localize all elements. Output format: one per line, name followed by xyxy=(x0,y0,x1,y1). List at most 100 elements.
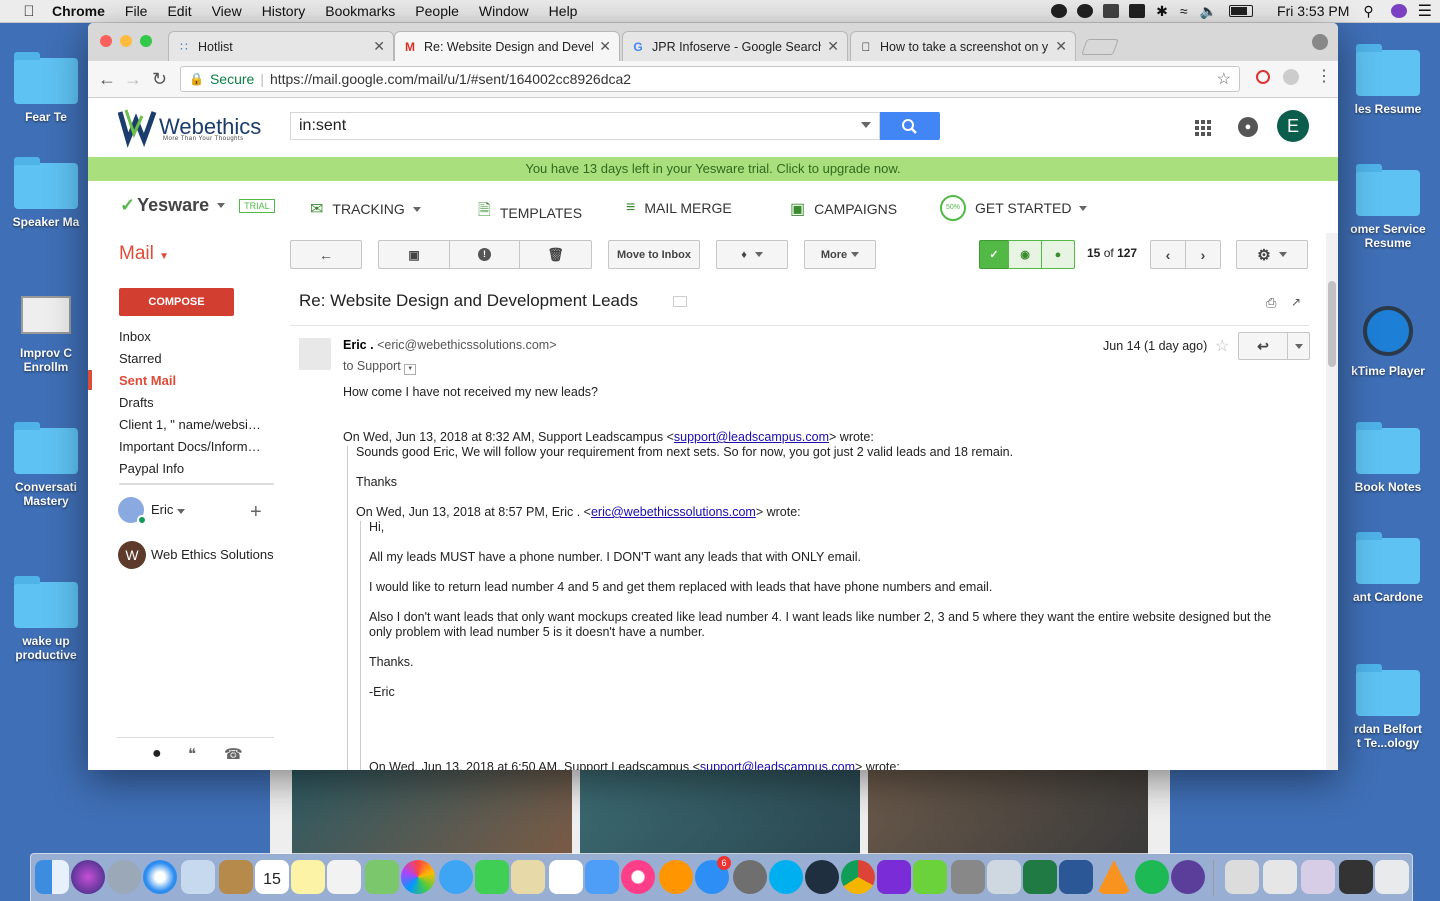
menu-file[interactable]: File xyxy=(125,3,148,19)
nav-inbox[interactable]: Inbox xyxy=(119,329,269,344)
print-icon[interactable]: ⎙ xyxy=(1266,295,1276,311)
skype-icon[interactable] xyxy=(769,860,803,894)
maps-icon[interactable] xyxy=(365,860,399,894)
contact-avatar[interactable]: W xyxy=(118,541,146,569)
labels-button[interactable]: ♦ xyxy=(716,240,788,269)
desktop-folder-wakeup[interactable]: wake up productive xyxy=(4,576,88,662)
desktop-file-improv[interactable]: Improv C Enrollm xyxy=(4,296,88,374)
yesware-trial-banner[interactable]: You have 13 days left in your Yesware tr… xyxy=(88,157,1338,181)
yesware-extension-icon[interactable] xyxy=(1283,69,1299,85)
calendar-icon[interactable]: 15 xyxy=(255,860,289,894)
bookmark-star-icon[interactable]: ☆ xyxy=(1217,69,1231,89)
menu-help[interactable]: Help xyxy=(549,3,578,19)
stack-thumbnail-icon[interactable] xyxy=(1263,860,1297,894)
track-view-button[interactable]: ◉ xyxy=(1008,240,1042,269)
menu-window[interactable]: Window xyxy=(479,3,529,19)
excel-icon[interactable] xyxy=(1023,860,1057,894)
phone-icon[interactable]: ☎ xyxy=(224,745,243,763)
compose-button[interactable]: COMPOSE xyxy=(119,288,234,316)
desktop-folder-belfort[interactable]: rdan Belfort t Te...ology xyxy=(1338,664,1438,750)
menu-bookmarks[interactable]: Bookmarks xyxy=(325,3,395,19)
newer-button[interactable]: ‹ xyxy=(1150,240,1186,269)
pages-icon[interactable] xyxy=(511,860,545,894)
desktop-folder-speaker[interactable]: Speaker Ma xyxy=(4,157,88,229)
app-store-icon[interactable]: 6 xyxy=(695,856,731,894)
quote2-email-link[interactable]: eric@webethicssolutions.com xyxy=(591,505,756,519)
forward-button[interactable]: → xyxy=(124,69,142,90)
battery-icon[interactable] xyxy=(1229,5,1254,17)
nav-label-paypal-info[interactable]: Paypal Info xyxy=(119,461,269,476)
hangouts-quote-icon[interactable]: ❝ xyxy=(188,745,196,763)
mail-merge-menu[interactable]: ≡ MAIL MERGE xyxy=(626,199,732,217)
itunes-icon[interactable] xyxy=(621,860,655,894)
apple-menu-icon[interactable]:  xyxy=(20,3,38,20)
block-extension-icon[interactable] xyxy=(1256,70,1270,84)
notifications-bell-icon[interactable]: ● xyxy=(1238,117,1258,137)
window-zoom-button[interactable] xyxy=(140,35,152,47)
word-icon[interactable] xyxy=(1059,860,1093,894)
reminders-icon[interactable] xyxy=(327,860,361,894)
more-actions-button[interactable]: More xyxy=(804,240,876,269)
stack-thumbnail-icon[interactable] xyxy=(1225,860,1259,894)
yesware-brand-menu[interactable]: ✓ Yesware TRIAL xyxy=(120,195,275,216)
chat-app-icon[interactable] xyxy=(913,860,947,894)
menu-history[interactable]: History xyxy=(262,3,306,19)
safari-icon[interactable] xyxy=(143,860,177,894)
messages-icon[interactable] xyxy=(439,860,473,894)
imovie-star-icon[interactable] xyxy=(877,860,911,894)
address-bar[interactable]: 🔒 Secure | https://mail.google.com/mail/… xyxy=(180,66,1240,92)
reload-button[interactable]: ↻ xyxy=(152,69,167,90)
back-button[interactable]: ← xyxy=(98,69,116,90)
calculator-icon[interactable] xyxy=(951,860,985,894)
menu-people[interactable]: People xyxy=(415,3,459,19)
desktop-folder-cardone[interactable]: ant Cardone xyxy=(1338,532,1438,604)
tor-browser-icon[interactable] xyxy=(1171,860,1205,894)
nav-label-client1[interactable]: Client 1, " name/websi… xyxy=(119,417,269,432)
recipient-line[interactable]: to Support ▼ xyxy=(343,359,417,375)
search-options-chevron-down-icon[interactable] xyxy=(861,122,871,128)
trash-dock-icon[interactable] xyxy=(1375,860,1409,894)
profile-icon[interactable] xyxy=(1312,34,1328,50)
tab-close-icon[interactable]: ✕ xyxy=(599,38,611,55)
notes-icon[interactable] xyxy=(291,860,325,894)
page-scrollbar[interactable] xyxy=(1326,233,1338,770)
mail-app-icon[interactable] xyxy=(181,860,215,894)
contacts-person-icon[interactable]: ● xyxy=(152,745,162,763)
track-reply-button[interactable]: ● xyxy=(1041,240,1075,269)
reply-more-button[interactable] xyxy=(1287,332,1310,360)
delete-button[interactable]: 🗑 xyxy=(519,240,592,269)
menu-edit[interactable]: Edit xyxy=(167,3,191,19)
hangouts-avatar[interactable] xyxy=(118,497,147,525)
keynote-icon[interactable] xyxy=(585,860,619,894)
stack-thumbnail-icon[interactable] xyxy=(1301,860,1335,894)
window-close-button[interactable] xyxy=(100,35,112,47)
search-input[interactable]: in:sent xyxy=(290,112,880,140)
back-to-sent-button[interactable]: ← xyxy=(290,240,362,269)
tab-google-search[interactable]: G JPR Infoserve - Google Search ✕ xyxy=(622,31,848,61)
numbers-icon[interactable] xyxy=(549,860,583,894)
show-details-chevron-icon[interactable]: ▼ xyxy=(404,364,417,375)
scrollbar-thumb[interactable] xyxy=(1328,281,1336,367)
desktop-folder-customer-service[interactable]: omer Service Resume xyxy=(1338,164,1438,250)
wifi-icon[interactable]: ≈ xyxy=(1180,3,1188,19)
templates-menu[interactable]: 🗎 TEMPLATES xyxy=(478,199,582,226)
volume-icon[interactable]: 🔈 xyxy=(1200,3,1217,20)
desktop-folder-resume[interactable]: les Resume xyxy=(1338,44,1438,116)
launchpad-icon[interactable] xyxy=(107,860,141,894)
search-button[interactable] xyxy=(880,112,940,140)
ibooks-icon[interactable] xyxy=(659,860,693,894)
skype-status-icon[interactable] xyxy=(1051,4,1068,18)
sender-name[interactable]: Eric . xyxy=(343,338,374,352)
reply-button[interactable]: ↩ xyxy=(1238,332,1288,360)
report-spam-button[interactable]: ! xyxy=(449,240,520,269)
archive-button[interactable]: ▣ xyxy=(378,240,450,269)
star-icon[interactable]: ☆ xyxy=(1215,336,1229,356)
nav-label-important-docs[interactable]: Important Docs/Inform… xyxy=(119,439,269,454)
tab-hotlist[interactable]: ∷ Hotlist ✕ xyxy=(168,31,394,61)
tab-close-icon[interactable]: ✕ xyxy=(373,38,385,55)
nav-starred[interactable]: Starred xyxy=(119,351,269,366)
get-started-menu[interactable]: 50% GET STARTED xyxy=(940,195,1088,221)
siri-icon[interactable] xyxy=(1390,4,1407,18)
quote1-email-link[interactable]: support@leadscampus.com xyxy=(674,430,829,444)
settings-button[interactable]: ⚙ xyxy=(1236,240,1308,269)
